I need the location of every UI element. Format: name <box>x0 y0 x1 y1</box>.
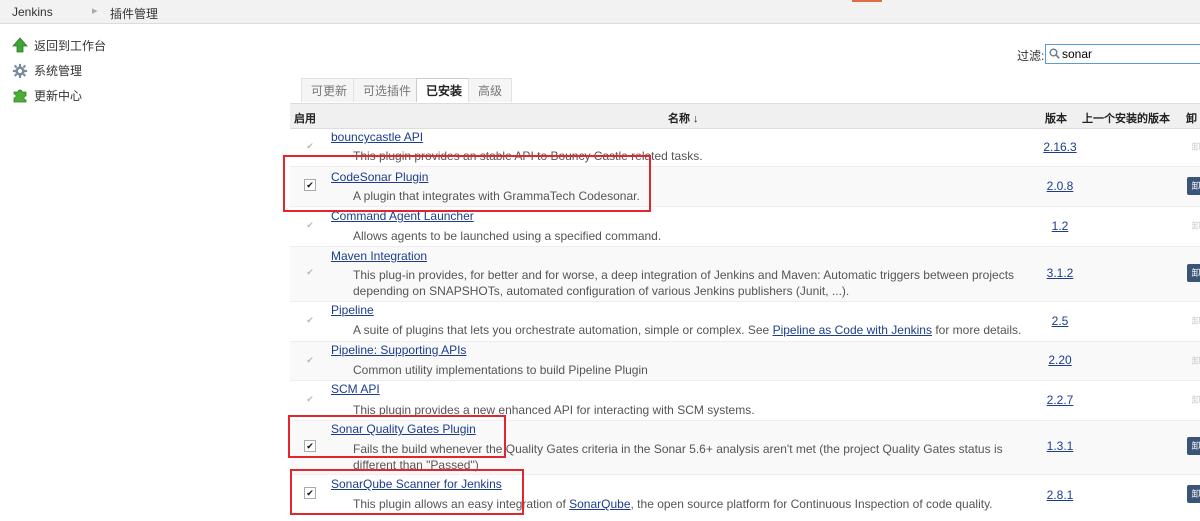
plugin-version-link[interactable]: 1.2 <box>1038 219 1082 233</box>
sidebar-item-label: 更新中心 <box>34 88 83 103</box>
plugin-version-link[interactable]: 2.0.8 <box>1038 179 1082 193</box>
plugin-description: Allows agents to be launched using a spe… <box>353 229 662 243</box>
sidebar-item-update-center[interactable]: 更新中心 <box>12 86 82 104</box>
sidebar-item-label: 返回到工作台 <box>34 38 107 53</box>
tab-installed[interactable]: 已安装 <box>416 78 473 102</box>
breadcrumb-home-link[interactable]: Jenkins <box>12 5 53 19</box>
description-text: This plugin allows an easy integration o… <box>353 497 570 511</box>
plugin-version-link[interactable]: 2.16.3 <box>1038 140 1082 154</box>
breadcrumb-bar: Jenkins ▸ 插件管理 <box>0 0 1200 24</box>
enable-checkbox[interactable]: ✔ <box>304 219 316 231</box>
search-icon <box>1049 48 1060 62</box>
header-version[interactable]: 版本 <box>1045 110 1067 126</box>
enable-checkbox[interactable]: ✔ <box>304 393 316 405</box>
plugin-description: A suite of plugins that lets you orchest… <box>353 322 1033 338</box>
plugin-version-link[interactable]: 2.8.1 <box>1038 488 1082 502</box>
uninstall-button: 卸 <box>1191 356 1200 366</box>
uninstall-button[interactable]: 卸 <box>1187 264 1200 282</box>
tab-updates[interactable]: 可更新 <box>301 78 358 102</box>
plugin-description: This plug-in provides, for better and fo… <box>353 268 1015 298</box>
up-arrow-icon <box>12 37 28 53</box>
plugin-description: A plugin that integrates with GrammaTech… <box>353 189 640 203</box>
plugin-version-link[interactable]: 2.2.7 <box>1038 393 1082 407</box>
plugin-row: ✔ SonarQube Scanner for Jenkins This plu… <box>290 475 1200 521</box>
plugin-row: ✔ Maven Integration This plug-in provide… <box>290 247 1200 302</box>
plugin-row: ✔ CodeSonar Plugin A plugin that integra… <box>290 167 1200 207</box>
plugin-description: Fails the build whenever the Quality Gat… <box>353 442 1003 472</box>
header-uninstall: 卸 <box>1186 113 1197 125</box>
plugin-name-link[interactable]: CodeSonar Plugin <box>331 170 428 184</box>
enable-checkbox[interactable]: ✔ <box>304 140 316 152</box>
top-accent-line <box>852 0 882 2</box>
plugin-name-link[interactable]: Sonar Quality Gates Plugin <box>331 422 476 436</box>
sidebar-item-manage-jenkins[interactable]: 系统管理 <box>12 61 82 79</box>
uninstall-button[interactable]: 卸 <box>1187 177 1200 195</box>
puzzle-icon <box>12 87 28 103</box>
sidebar-item-back-to-dashboard[interactable]: 返回到工作台 <box>12 36 106 54</box>
enable-checkbox[interactable]: ✔ <box>304 440 316 452</box>
enable-checkbox[interactable]: ✔ <box>304 354 316 366</box>
filter-label: 过滤: <box>1017 49 1045 63</box>
plugin-row: ✔ Pipeline: Supporting APIs Common utili… <box>290 342 1200 381</box>
plugin-name-link[interactable]: Pipeline: Supporting APIs <box>331 343 466 357</box>
enable-checkbox[interactable]: ✔ <box>304 179 316 191</box>
uninstall-button: 卸 <box>1191 142 1200 152</box>
tab-available[interactable]: 可选插件 <box>353 78 422 102</box>
plugin-name-link[interactable]: bouncycastle API <box>331 130 423 144</box>
description-text: A suite of plugins that lets you orchest… <box>353 323 773 337</box>
plugin-name-link[interactable]: Pipeline <box>331 303 374 317</box>
plugin-name-link[interactable]: SonarQube Scanner for Jenkins <box>331 477 502 491</box>
plugin-name-link[interactable]: Maven Integration <box>331 249 427 263</box>
plugin-row: ✔ Command Agent Launcher Allows agents t… <box>290 207 1200 247</box>
breadcrumb-current[interactable]: 插件管理 <box>110 5 158 22</box>
sonarqube-link[interactable]: SonarQube <box>569 497 630 511</box>
plugin-version-link[interactable]: 2.5 <box>1038 314 1082 328</box>
uninstall-button: 卸 <box>1191 395 1200 405</box>
plugin-name-link[interactable]: SCM API <box>331 382 380 396</box>
tab-advanced[interactable]: 高级 <box>468 78 513 102</box>
plugin-description: Common utility implementations to build … <box>353 363 648 377</box>
uninstall-button: 卸 <box>1191 221 1200 231</box>
plugin-row: ✔ SCM API This plugin provides a new enh… <box>290 381 1200 421</box>
plugin-name-link[interactable]: Command Agent Launcher <box>331 209 474 223</box>
uninstall-button[interactable]: 卸 <box>1187 485 1200 503</box>
plugin-version-link[interactable]: 3.1.2 <box>1038 266 1082 280</box>
gear-icon <box>12 62 28 79</box>
description-text: , the open source platform for Continuou… <box>630 497 993 511</box>
header-enabled[interactable]: 启用 <box>294 110 316 126</box>
plugin-description: This plugin allows an easy integration o… <box>353 496 1033 512</box>
sidebar-item-label: 系统管理 <box>34 63 83 78</box>
plugin-description: This plugin provides a new enhanced API … <box>353 403 755 417</box>
enable-checkbox[interactable]: ✔ <box>304 314 316 326</box>
header-previous-version[interactable]: 上一个安装的版本 <box>1082 110 1170 126</box>
enable-checkbox[interactable]: ✔ <box>304 266 316 278</box>
header-name[interactable]: 名称 ↓ <box>668 110 699 126</box>
filter-input[interactable] <box>1062 46 1192 62</box>
plugin-description: This plugin provides an stable API to Bo… <box>353 149 703 163</box>
breadcrumb-separator-icon: ▸ <box>92 5 98 17</box>
plugin-version-link[interactable]: 1.3.1 <box>1038 439 1082 453</box>
description-text: for more details. <box>931 323 1022 337</box>
plugin-row: ✔ Pipeline A suite of plugins that lets … <box>290 302 1200 342</box>
uninstall-button[interactable]: 卸 <box>1187 437 1200 455</box>
enable-checkbox[interactable]: ✔ <box>304 487 316 499</box>
plugins-table-header: 启用 名称 ↓ 版本 上一个安装的版本 卸 <box>290 103 1200 129</box>
plugin-row: ✔ Sonar Quality Gates Plugin Fails the b… <box>290 421 1200 475</box>
plugin-version-link[interactable]: 2.20 <box>1038 353 1082 367</box>
pipeline-as-code-link[interactable]: Pipeline as Code with Jenkins <box>773 323 932 337</box>
filter-field[interactable] <box>1045 44 1200 64</box>
plugin-row: ✔ bouncycastle API This plugin provides … <box>290 128 1200 167</box>
uninstall-button: 卸 <box>1191 316 1200 326</box>
